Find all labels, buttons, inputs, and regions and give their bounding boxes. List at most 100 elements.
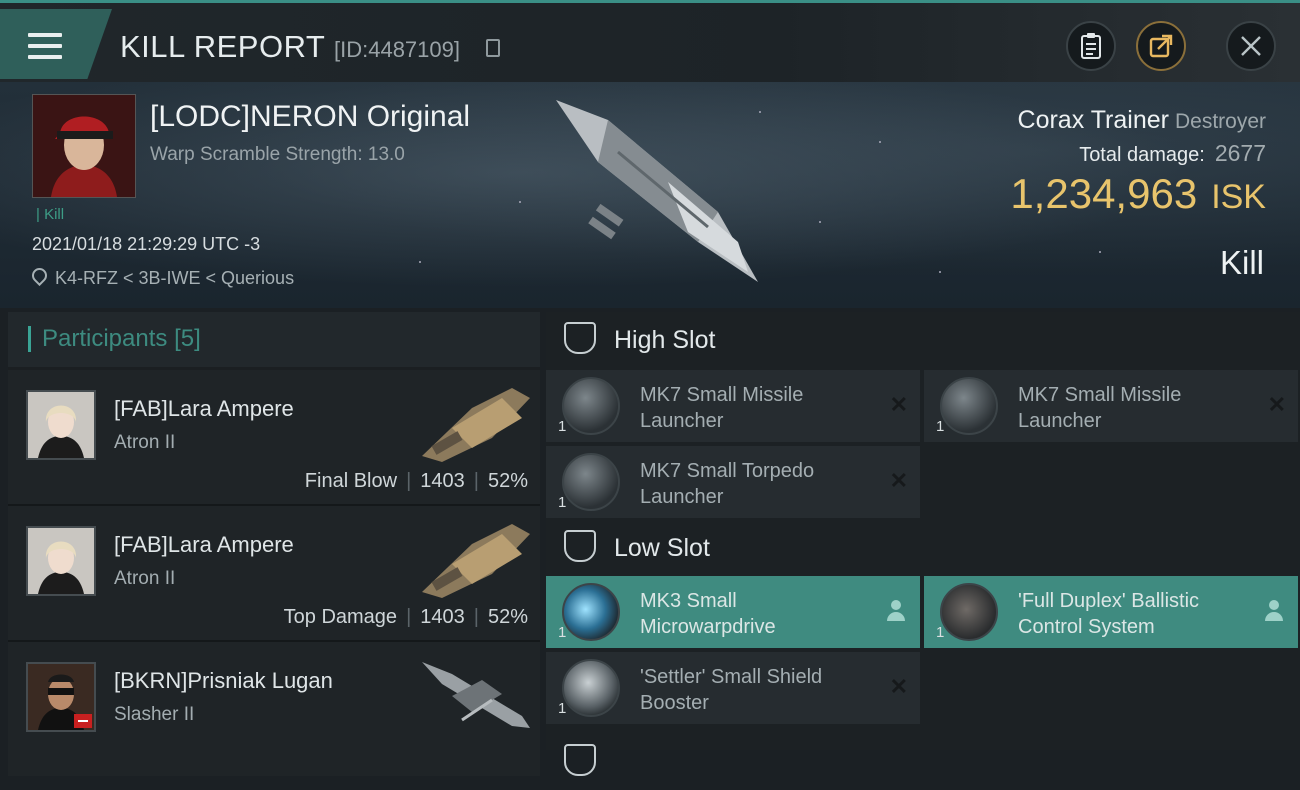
module-item[interactable]: 1 'Full Duplex' Ballistic Control System	[924, 576, 1298, 648]
avatar	[28, 392, 94, 458]
module-quantity: 1	[558, 494, 567, 511]
low-slot-icon	[564, 530, 596, 562]
module-name: 'Full Duplex' Ballistic Control System	[1018, 590, 1200, 638]
module-name: MK7 Small Missile Launcher	[1018, 384, 1182, 432]
isk-value: 1,234,963 ISK	[1010, 170, 1266, 218]
page-title: KILL REPORT	[120, 29, 326, 64]
kill-result: Kill	[1219, 244, 1264, 281]
pilot-avatar	[33, 95, 135, 197]
isk-unit: ISK	[1211, 178, 1266, 216]
slasher-ship-image	[422, 662, 530, 728]
avatar	[28, 528, 94, 594]
participant-avatar	[26, 390, 96, 460]
participant-name: [BKRN]Prisniak Lugan	[114, 668, 333, 693]
destroyed-x-icon: ✕	[889, 392, 908, 417]
torpedo-launcher-icon	[562, 453, 620, 511]
module-name: 'Settler' Small Shield Booster	[640, 666, 823, 714]
hamburger-menu-icon	[28, 33, 62, 59]
participant-ship: Atron II	[114, 432, 176, 453]
total-damage-value: 2677	[1214, 140, 1266, 166]
ship-class: Destroyer	[1174, 110, 1266, 133]
atron-ship-image	[422, 388, 530, 462]
participant-damage: 1403	[420, 470, 465, 492]
participant-stats: Top Damage | 1403 | 52%	[284, 606, 528, 629]
location-text: K4-RFZ < 3B-IWE < Querious	[55, 268, 295, 288]
top-bar: KILL REPORT [ID:4487109]	[0, 0, 1300, 82]
module-item[interactable]: 1 MK7 Small Missile Launcher ✕	[546, 370, 920, 442]
victim-ship-image	[556, 100, 758, 282]
high-slot-icon	[564, 322, 596, 354]
high-slot-label: High Slot	[614, 326, 716, 354]
missile-launcher-icon	[562, 377, 620, 435]
ballistic-control-icon	[940, 583, 998, 641]
module-quantity: 1	[558, 700, 567, 717]
module-name: MK7 Small Missile Launcher	[640, 384, 804, 432]
copy-icon[interactable]	[486, 39, 500, 57]
kill-tag: | Kill	[36, 206, 65, 223]
menu-button[interactable]	[0, 9, 112, 79]
participant-name: [FAB]Lara Ampere	[114, 532, 294, 557]
participants-title: Participants [5]	[42, 325, 201, 353]
participant-name: [FAB]Lara Ampere	[114, 396, 294, 421]
ship-name: Corax Trainer	[1017, 106, 1169, 134]
module-item[interactable]: 1 MK7 Small Missile Launcher ✕	[924, 370, 1298, 442]
participant-role: Top Damage	[283, 606, 398, 628]
location-pin-icon	[28, 264, 51, 287]
destroyed-x-icon: ✕	[1267, 392, 1286, 417]
kill-datetime: 2021/01/18 21:29:29 UTC -3	[32, 234, 261, 254]
divider: |	[473, 606, 479, 628]
participant-row[interactable]: [BKRN]Prisniak Lugan Slasher II	[8, 642, 540, 776]
divider: |	[406, 606, 412, 628]
fitting-panel: High Slot 1 MK7 Small Missile Launcher ✕…	[546, 312, 1300, 776]
high-slot-header: High Slot	[546, 312, 1300, 368]
module-item[interactable]: 1 MK7 Small Torpedo Launcher ✕	[546, 446, 920, 518]
warp-scramble-strength: Warp Scramble Strength: 13.0	[150, 144, 405, 165]
atron-ship-image	[422, 524, 530, 598]
share-button[interactable]	[1136, 21, 1186, 71]
module-item[interactable]: 1 MK3 Small Microwarpdrive	[546, 576, 920, 648]
participants-count: [5]	[174, 325, 201, 352]
close-button[interactable]	[1226, 21, 1276, 71]
module-name: MK3 Small Microwarpdrive	[640, 590, 776, 638]
divider: |	[406, 470, 412, 492]
participants-header: Participants [5]	[8, 312, 540, 367]
hostile-badge	[74, 714, 92, 728]
missile-launcher-icon	[940, 377, 998, 435]
report-id: [ID:4487109]	[334, 37, 460, 62]
module-quantity: 1	[936, 418, 945, 435]
participant-row[interactable]: [FAB]Lara Ampere Atron II Final Blow | 140…	[8, 370, 540, 506]
destroyed-x-icon: ✕	[889, 468, 908, 493]
destroyed-x-icon: ✕	[889, 674, 908, 699]
microwarpdrive-icon	[562, 583, 620, 641]
mid-slot-icon	[564, 744, 596, 776]
participant-stats: Final Blow | 1403 | 52%	[305, 470, 528, 493]
participant-avatar	[26, 526, 96, 596]
participant-role: Final Blow	[304, 470, 398, 492]
clipboard-button[interactable]	[1066, 21, 1116, 71]
victim-name[interactable]: [LODC]NERON Original	[150, 100, 470, 134]
participant-row[interactable]: [FAB]Lara Ampere Atron II Top Damage | 140…	[8, 506, 540, 642]
low-slot-label: Low Slot	[614, 534, 710, 562]
participant-avatar	[26, 662, 96, 732]
isk-amount: 1,234,963	[1010, 170, 1198, 217]
participant-ship: Atron II	[114, 568, 176, 589]
participant-percent: 52%	[487, 470, 528, 492]
share-icon	[1149, 34, 1173, 58]
module-quantity: 1	[558, 418, 567, 435]
victim-panel: [LODC]NERON Original Warp Scramble Stren…	[0, 82, 1300, 308]
module-item[interactable]: 1 'Settler' Small Shield Booster ✕	[546, 652, 920, 724]
shield-booster-icon	[562, 659, 620, 717]
victim-portrait[interactable]	[32, 94, 136, 198]
module-name: MK7 Small Torpedo Launcher	[640, 460, 815, 508]
total-damage-label: Total damage:	[1079, 144, 1205, 166]
close-icon	[1241, 36, 1261, 56]
kill-location[interactable]: K4-RFZ < 3B-IWE < Querious	[28, 264, 295, 289]
victim-ship[interactable]: Corax Trainer Destroyer	[1018, 106, 1266, 135]
dropped-user-icon	[886, 600, 906, 624]
participant-ship: Slasher II	[114, 704, 195, 725]
participant-damage: 1403	[420, 606, 465, 628]
participants-label: Participants	[42, 325, 168, 352]
mid-slot-header	[546, 734, 1300, 790]
accent-bar	[28, 326, 31, 352]
dropped-user-icon	[1264, 600, 1284, 624]
